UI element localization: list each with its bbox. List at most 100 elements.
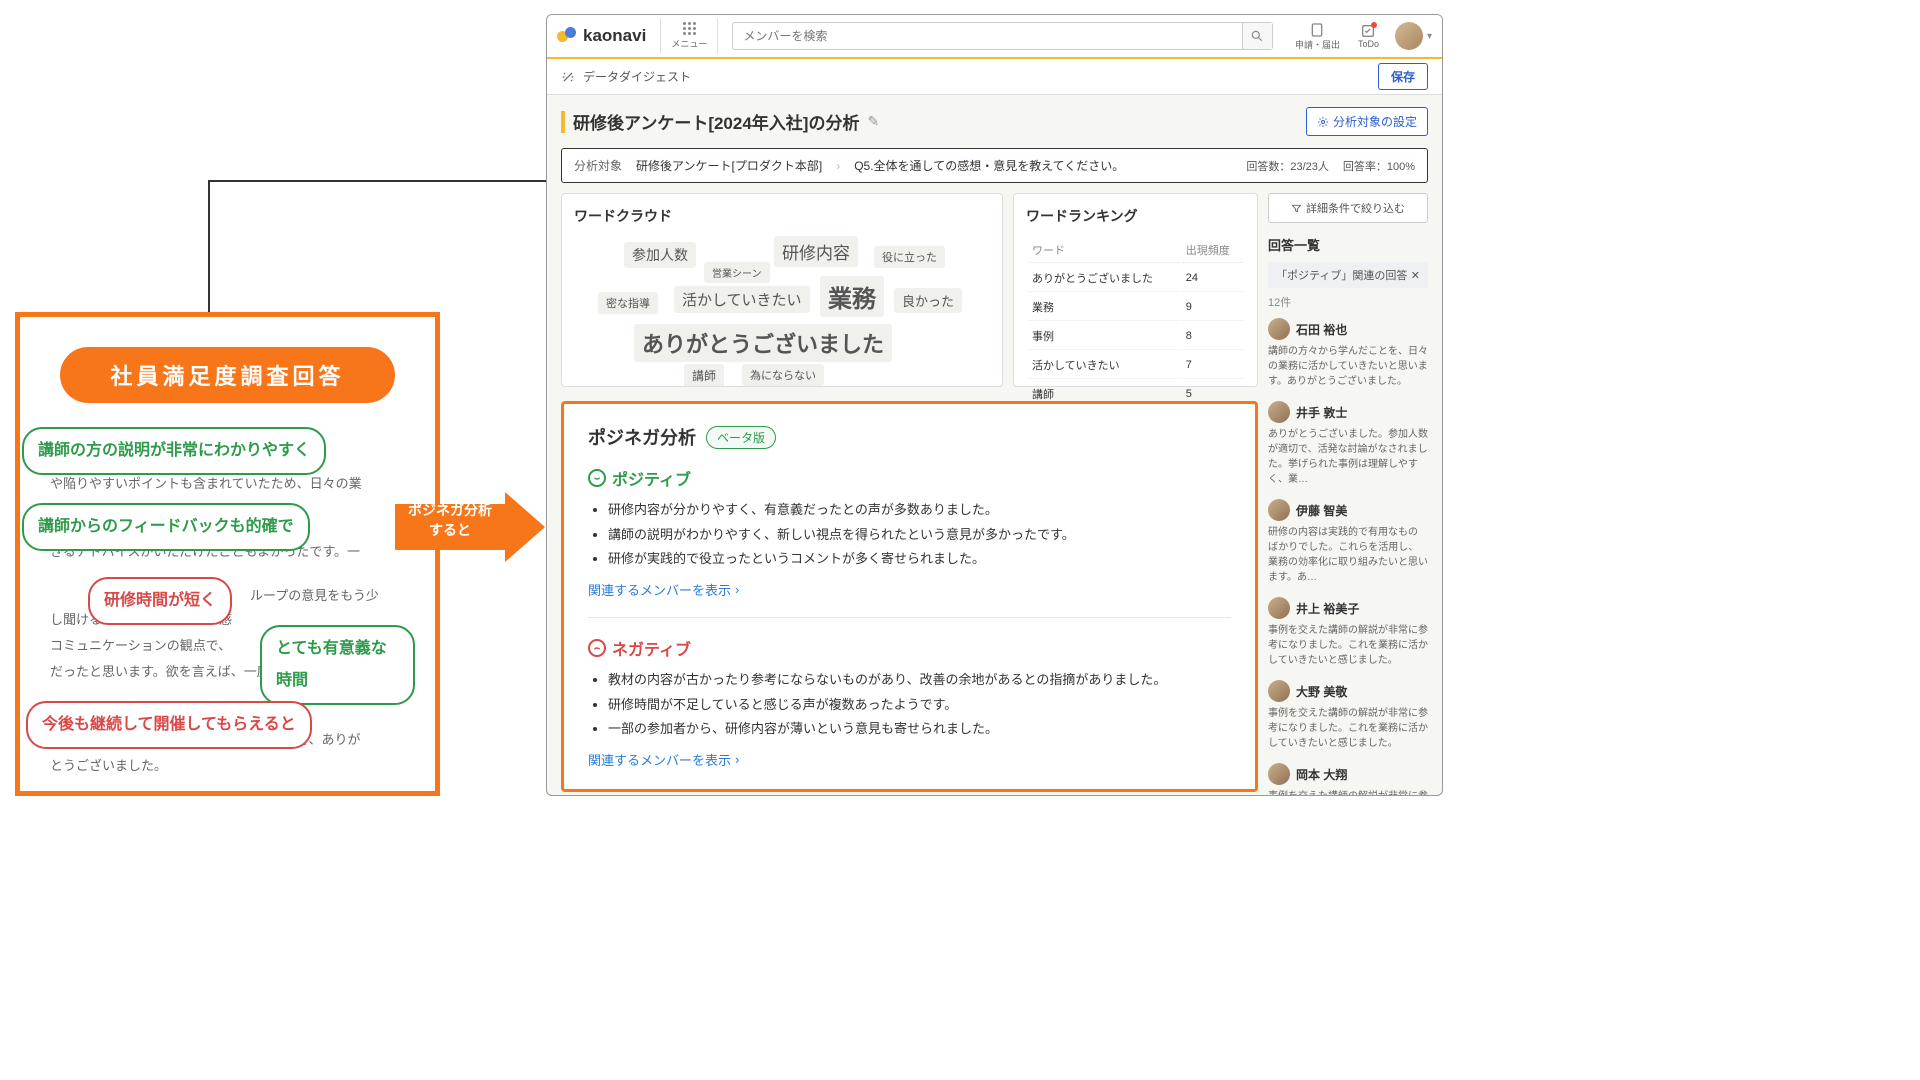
answer-item[interactable]: 岡本 大翔事例を交えた講師の解説が非常に参考になりました。これを業務に活かしてい… [1268, 763, 1428, 796]
target-label: 分析対象 [574, 157, 622, 174]
gear-icon [1317, 116, 1329, 128]
crumb-1[interactable]: 研修後アンケート[プロダクト本部] [636, 157, 822, 174]
app-window: kaonavi メニュー 申請・届出 ToDo ▾ [546, 14, 1443, 796]
table-row: 事例8 [1028, 323, 1243, 350]
tag-negative-2: 今後も継続して開催してもらえると [26, 701, 312, 749]
wc-word[interactable]: 営業シーン [704, 262, 770, 283]
wc-word[interactable]: 講師 [684, 364, 724, 387]
answer-text: 研修の内容は実践的で有用なものばかりでした。これらを活用し、業務の効率化に取り組… [1268, 525, 1428, 585]
tag-negative-1: 研修時間が短く [88, 577, 232, 625]
table-row: 業務9 [1028, 294, 1243, 321]
answer-item[interactable]: 井手 敦士ありがとうございました。参加人数が適切で、活発な討論がなされました。挙… [1268, 401, 1428, 487]
breadcrumb: データダイジェスト [583, 68, 691, 85]
crumb-2[interactable]: Q5.全体を通しての感想・意見を教えてください。 [854, 157, 1124, 174]
wc-word[interactable]: 活かしていきたい [674, 286, 810, 313]
search-input-wrap [732, 22, 1273, 50]
notification-dot-icon [1371, 22, 1377, 28]
chevron-right-icon: › [735, 582, 739, 597]
top-bar: kaonavi メニュー 申請・届出 ToDo ▾ [547, 15, 1442, 59]
ranking-panel: ワードランキング ワード出現頻度 ありがとうございました24 業務9 事例8 活… [1013, 193, 1258, 387]
chevron-down-icon[interactable]: ▾ [1427, 31, 1432, 42]
smile-icon: ⌣ [588, 469, 606, 487]
show-positive-members-link[interactable]: 関連するメンバーを表示 › [588, 580, 1231, 599]
wc-word[interactable]: 役に立った [874, 246, 945, 268]
filter-button[interactable]: 詳細条件で絞り込む [1268, 193, 1428, 223]
sub-header: データダイジェスト 保存 [547, 59, 1442, 95]
avatar [1268, 318, 1290, 340]
answer-text: 講師の方々から学んだことを、日々の業務に活かしていきたいと思います。ありがとうご… [1268, 344, 1428, 389]
answer-text: ありがとうございました。参加人数が適切で、活発な討論がなされました。挙げられた事… [1268, 427, 1428, 487]
wc-word[interactable]: ありがとうございました [634, 324, 892, 362]
negative-list: 教材の内容が古かったり参考にならないものがあり、改善の余地があるとの指摘がありま… [588, 668, 1231, 742]
list-item: 研修内容が分かりやすく、有意義だったとの声が多数ありました。 [608, 498, 1231, 523]
table-row: ありがとうございました24 [1028, 265, 1243, 292]
shinsei-button[interactable]: 申請・届出 [1287, 20, 1348, 53]
analysis-target-row: 分析対象 研修後アンケート[プロダクト本部] › Q5.全体を通しての感想・意見… [561, 148, 1428, 183]
avatar [1268, 763, 1290, 785]
positive-list: 研修内容が分かりやすく、有意義だったとの声が多数ありました。 講師の説明がわかり… [588, 498, 1231, 572]
tag-positive-1: 講師の方の説明が非常にわかりやすく [22, 427, 326, 475]
answer-name: 岡本 大翔 [1296, 766, 1347, 783]
wc-word[interactable]: 密な指導 [598, 292, 658, 314]
answer-count: 回答数：23/23人 [1246, 158, 1329, 174]
close-icon[interactable]: ✕ [1411, 269, 1420, 282]
answer-text: 事例を交えた講師の解説が非常に参考になりました。これを業務に活かしていきたいと感… [1268, 706, 1428, 751]
table-row: 活かしていきたい7 [1028, 352, 1243, 379]
answers-title: 回答一覧 [1268, 235, 1428, 254]
answer-item[interactable]: 石田 裕也講師の方々から学んだことを、日々の業務に活かしていきたいと思います。あ… [1268, 318, 1428, 389]
tag-positive-2: 講師からのフィードバックも的確で [22, 503, 310, 551]
posnega-title: ポジネガ分析 [588, 424, 696, 450]
edit-icon[interactable]: ✎ [867, 113, 879, 130]
survey-answer-card: 社員満足度調査回答 講師の方の説明が非常にわかりやすく や陥りやすいポイントも含… [15, 312, 440, 796]
answer-name: 石田 裕也 [1296, 321, 1347, 338]
answer-count: 12件 [1268, 294, 1428, 310]
answer-name: 井上 裕美子 [1296, 600, 1359, 617]
wordcloud-title: ワードクラウド [574, 206, 990, 226]
answer-item[interactable]: 井上 裕美子事例を交えた講師の解説が非常に参考になりました。これを業務に活かして… [1268, 597, 1428, 668]
page-title: 研修後アンケート[2024年入社]の分析 [573, 109, 859, 134]
wc-word[interactable]: 良かった [894, 288, 962, 313]
survey-title: 社員満足度調査回答 [60, 347, 395, 403]
list-item: 研修時間が不足していると感じる声が複数あったようです。 [608, 693, 1231, 718]
wc-word[interactable]: 参加人数 [624, 242, 696, 268]
todo-button[interactable]: ToDo [1350, 21, 1387, 51]
arrow-label: ポジネガ分析すると [408, 500, 492, 540]
logo[interactable]: kaonavi [557, 25, 646, 47]
wc-word[interactable]: 研修内容 [774, 236, 858, 267]
avatar [1268, 499, 1290, 521]
list-item: 研修が実践的で役立ったというコメントが多く寄せられました。 [608, 547, 1231, 572]
divider [588, 617, 1231, 618]
answer-rate: 回答率：100% [1343, 158, 1415, 174]
accent-bar-icon [561, 111, 565, 133]
menu-button[interactable]: メニュー [660, 18, 718, 54]
grid-icon [683, 22, 696, 35]
sidebar: 詳細条件で絞り込む 回答一覧 「ポジティブ」関連の回答✕ 12件 石田 裕也講師… [1268, 193, 1428, 796]
search-button[interactable] [1242, 23, 1272, 49]
avatar [1268, 597, 1290, 619]
avatar [1268, 401, 1290, 423]
answer-name: 伊藤 智美 [1296, 502, 1347, 519]
document-icon [1309, 22, 1325, 38]
avatar [1268, 680, 1290, 702]
answer-item[interactable]: 伊藤 智美研修の内容は実践的で有用なものばかりでした。これらを活用し、業務の効率… [1268, 499, 1428, 585]
tag-positive-3: とても有意義な時間 [260, 625, 415, 705]
wordcloud-panel: ワードクラウド 参加人数 研修内容 役に立った 営業シーン 密な指導 活かしてい… [561, 193, 1003, 387]
answer-name: 大野 美敬 [1296, 683, 1347, 700]
search-input[interactable] [733, 29, 1242, 43]
list-item: 一部の参加者から、研修内容が薄いという意見も寄せられました。 [608, 717, 1231, 742]
answer-filter-chip[interactable]: 「ポジティブ」関連の回答✕ [1268, 262, 1428, 288]
list-item: 講師の説明がわかりやすく、新しい視点を得られたという意見が多かったです。 [608, 523, 1231, 548]
answer-name: 井手 敦士 [1296, 404, 1347, 421]
answer-text: 事例を交えた講師の解説が非常に参考になりました。これを業務に活かしていきたいと感… [1268, 623, 1428, 668]
wc-word[interactable]: 業務 [820, 276, 884, 317]
save-button[interactable]: 保存 [1378, 63, 1428, 90]
show-negative-members-link[interactable]: 関連するメンバーを表示 › [588, 750, 1231, 769]
avatar[interactable] [1395, 22, 1423, 50]
answer-item[interactable]: 大野 美敬事例を交えた講師の解説が非常に参考になりました。これを業務に活かしてい… [1268, 680, 1428, 751]
analysis-settings-button[interactable]: 分析対象の設定 [1306, 107, 1428, 136]
frown-icon: ⌢ [588, 639, 606, 657]
posnega-panel: ポジネガ分析 ベータ版 ⌣ ポジティブ 研修内容が分かりやすく、有意義だったとの… [561, 401, 1258, 792]
search-icon [1250, 29, 1264, 43]
wc-word[interactable]: 為にならない [742, 364, 824, 386]
ranking-title: ワードランキング [1026, 206, 1245, 226]
